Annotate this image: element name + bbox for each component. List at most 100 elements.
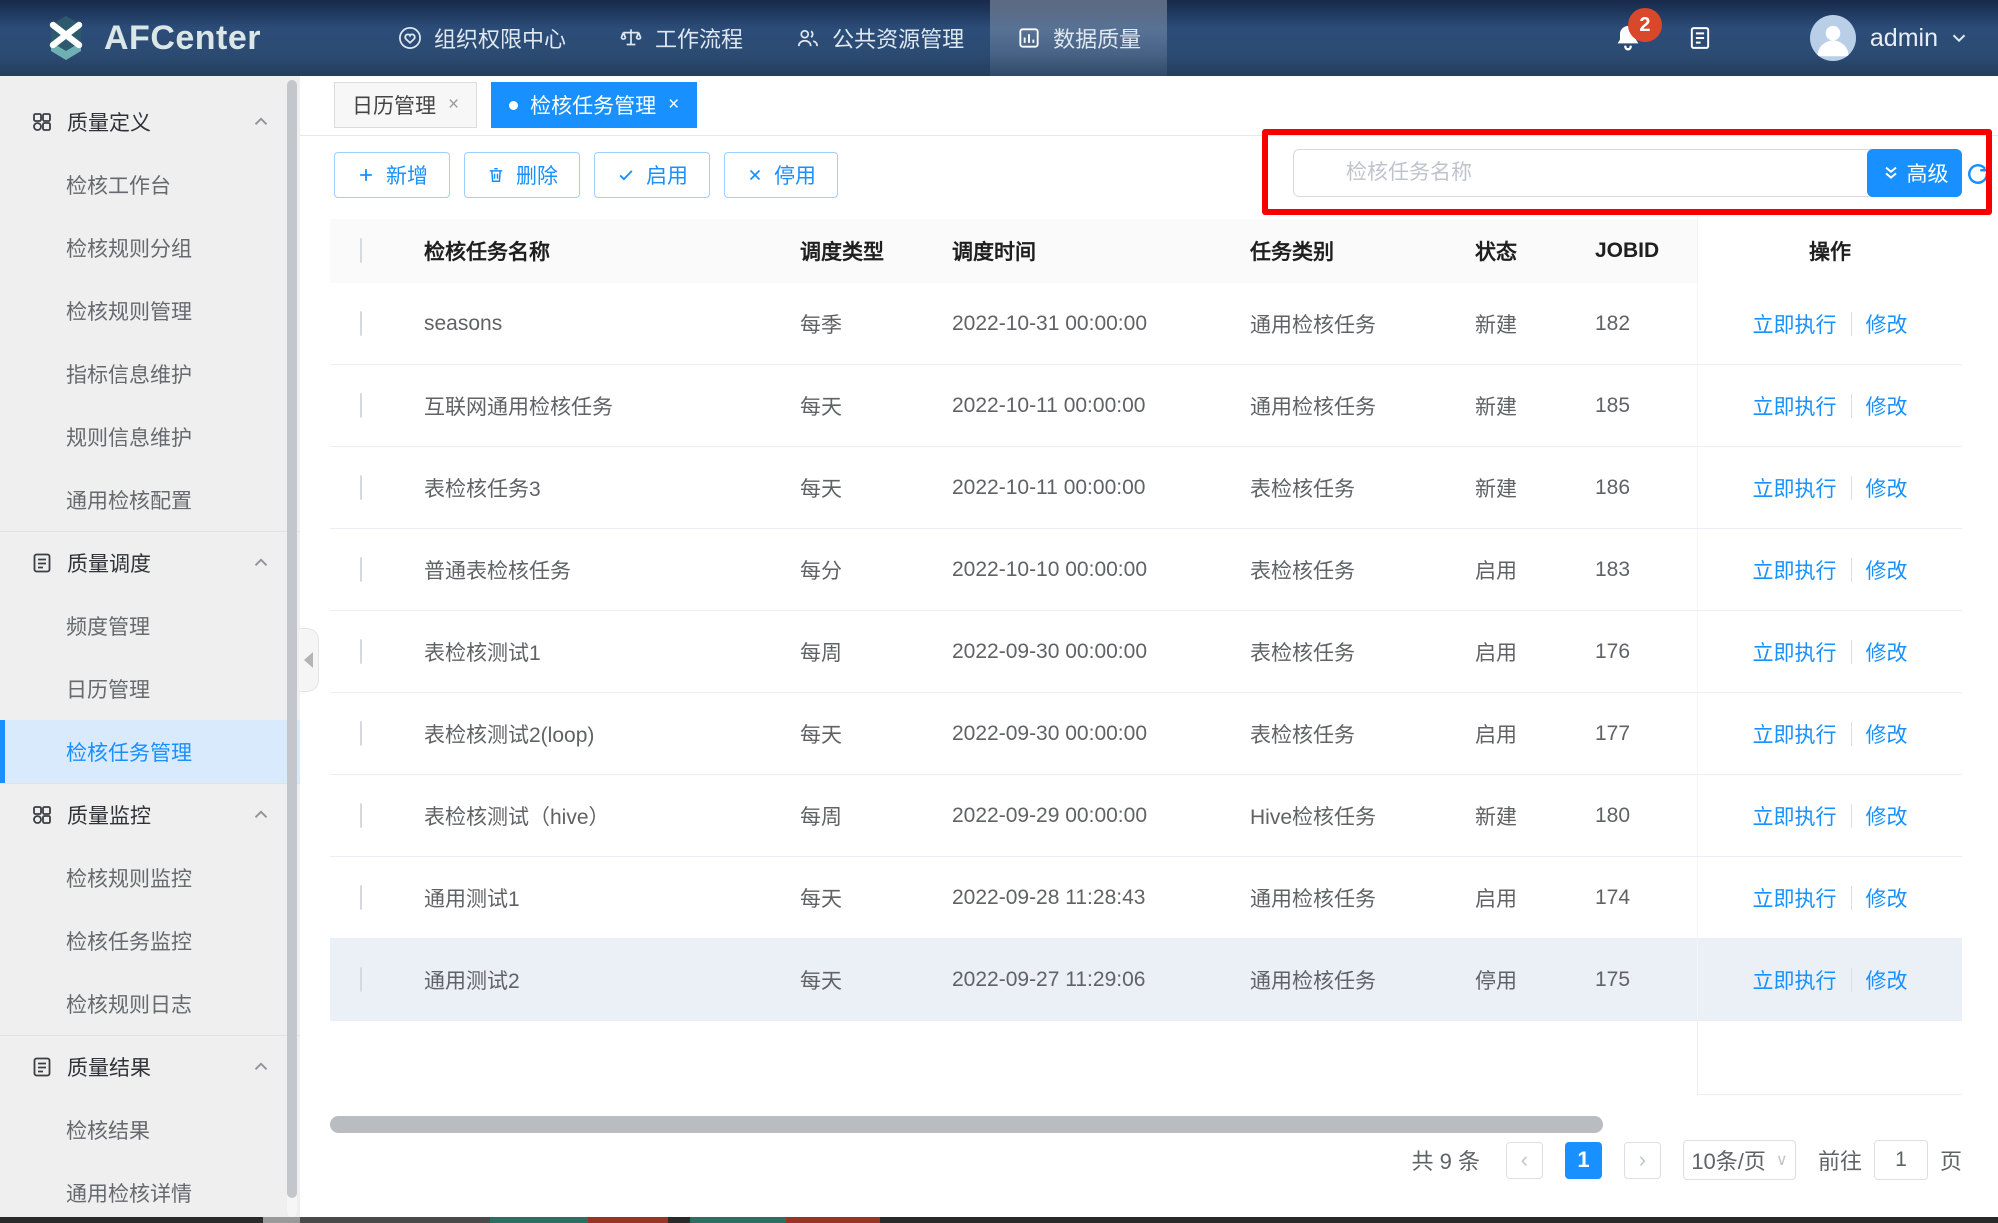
row-checkbox[interactable] — [360, 803, 362, 828]
select-all-checkbox[interactable] — [360, 238, 362, 263]
cell-name: 表检核任务3 — [424, 473, 800, 503]
check-button[interactable]: 启用 — [594, 152, 710, 198]
nav-item-scale[interactable]: 工作流程 — [592, 0, 769, 76]
modify-link[interactable]: 修改 — [1866, 965, 1908, 995]
row-checkbox[interactable] — [360, 639, 362, 664]
notification-bell[interactable]: 2 — [1612, 22, 1644, 54]
cell-jobid: 186 — [1595, 476, 1697, 500]
cell-status: 启用 — [1475, 555, 1595, 585]
column-header: 操作 — [1697, 219, 1962, 283]
cell-schedule_time: 2022-09-27 11:29:06 — [952, 968, 1250, 992]
cell-schedule_time: 2022-10-31 00:00:00 — [952, 312, 1250, 336]
sidebar-item[interactable]: 检核任务监控 — [0, 909, 300, 972]
chevron-left-icon: ‹ — [1521, 1147, 1528, 1173]
prev-page-button[interactable]: ‹ — [1506, 1142, 1543, 1179]
modify-link[interactable]: 修改 — [1866, 309, 1908, 339]
execute-now-link[interactable]: 立即执行 — [1753, 473, 1837, 503]
tab-label: 日历管理 — [352, 90, 436, 120]
sidebar-item[interactable]: 通用检核配置 — [0, 468, 300, 531]
tab-close-icon[interactable]: × — [448, 94, 459, 116]
execute-now-link[interactable]: 立即执行 — [1753, 965, 1837, 995]
search-input[interactable] — [1293, 149, 1962, 197]
advanced-search-button[interactable]: 高级 — [1867, 149, 1962, 197]
sidebar-item[interactable]: 频度管理 — [0, 594, 300, 657]
row-checkbox[interactable] — [360, 557, 362, 582]
action-divider — [1851, 558, 1852, 582]
modify-link[interactable]: 修改 — [1866, 883, 1908, 913]
horizontal-scrollbar[interactable] — [330, 1116, 1603, 1133]
modify-link[interactable]: 修改 — [1866, 719, 1908, 749]
page-number-1[interactable]: 1 — [1565, 1142, 1602, 1179]
plus-button[interactable]: 新增 — [334, 152, 450, 198]
tab-close-icon[interactable]: × — [668, 94, 679, 116]
execute-now-link[interactable]: 立即执行 — [1753, 555, 1837, 585]
sidebar-item[interactable]: 日历管理 — [0, 657, 300, 720]
modify-link[interactable]: 修改 — [1866, 637, 1908, 667]
tab-active[interactable]: 检核任务管理× — [491, 82, 697, 128]
cell-status: 新建 — [1475, 473, 1595, 503]
sidebar-scrollbar-thumb[interactable] — [287, 80, 297, 1198]
page-size-select[interactable]: 10条/页 ∨ — [1683, 1140, 1796, 1180]
refresh-icon[interactable] — [1964, 160, 1992, 193]
column-header: 检核任务名称 — [424, 236, 800, 266]
row-checkbox[interactable] — [360, 967, 362, 992]
page-suffix: 页 — [1940, 1144, 1962, 1176]
tab-inactive[interactable]: 日历管理 × — [334, 82, 477, 128]
row-checkbox[interactable] — [360, 393, 362, 418]
sidebar-item[interactable]: 检核工作台 — [0, 153, 300, 216]
modify-link[interactable]: 修改 — [1866, 391, 1908, 421]
sidebar-section-header[interactable]: 质量调度 — [0, 531, 300, 594]
sidebar-item[interactable]: 检核结果 — [0, 1098, 300, 1161]
sidebar-scrollbar[interactable] — [287, 80, 297, 1217]
nav-item-heart[interactable]: 组织权限中心 — [371, 0, 592, 76]
document-icon[interactable] — [1686, 24, 1714, 52]
row-checkbox[interactable] — [360, 885, 362, 910]
nav-item-label: 组织权限中心 — [434, 22, 566, 54]
app-logo[interactable]: AFCenter — [42, 12, 261, 64]
row-checkbox[interactable] — [360, 311, 362, 336]
execute-now-link[interactable]: 立即执行 — [1753, 719, 1837, 749]
app-title: AFCenter — [104, 19, 261, 58]
row-checkbox-cell — [330, 558, 424, 582]
modify-link[interactable]: 修改 — [1866, 473, 1908, 503]
row-checkbox[interactable] — [360, 475, 362, 500]
sidebar-section-header[interactable]: 质量定义 — [0, 90, 300, 153]
modify-link[interactable]: 修改 — [1866, 801, 1908, 831]
sidebar-item[interactable]: 指标信息维护 — [0, 342, 300, 405]
cross-button[interactable]: 停用 — [724, 152, 838, 198]
nav-item-people[interactable]: 公共资源管理 — [769, 0, 990, 76]
sidebar-section-header[interactable]: 质量监控 — [0, 783, 300, 846]
chevron-left-icon — [304, 652, 313, 668]
goto-page-input[interactable] — [1874, 1140, 1928, 1180]
column-header: 状态 — [1475, 236, 1595, 266]
nav-item-chart[interactable]: 数据质量 — [990, 0, 1167, 76]
sidebar-item[interactable]: 规则信息维护 — [0, 405, 300, 468]
username[interactable]: admin — [1870, 24, 1938, 53]
chevron-down-icon[interactable] — [1948, 27, 1970, 49]
modify-link[interactable]: 修改 — [1866, 555, 1908, 585]
execute-now-link[interactable]: 立即执行 — [1753, 309, 1837, 339]
sidebar-collapse-handle[interactable] — [299, 628, 319, 692]
execute-now-link[interactable]: 立即执行 — [1753, 883, 1837, 913]
action-divider — [1851, 640, 1852, 664]
action-divider — [1851, 312, 1852, 336]
cell-schedule_type: 每天 — [800, 883, 952, 913]
sidebar-item[interactable]: 检核规则日志 — [0, 972, 300, 1035]
trash-button[interactable]: 删除 — [464, 152, 580, 198]
row-actions: 立即执行修改 — [1697, 939, 1962, 1020]
avatar[interactable] — [1810, 15, 1856, 61]
next-page-button[interactable]: › — [1624, 1142, 1661, 1179]
sidebar-item[interactable]: 检核规则监控 — [0, 846, 300, 909]
row-checkbox[interactable] — [360, 721, 362, 746]
sidebar-item[interactable]: 检核规则分组 — [0, 216, 300, 279]
execute-now-link[interactable]: 立即执行 — [1753, 801, 1837, 831]
sidebar-item[interactable]: 通用检核详情 — [0, 1161, 300, 1223]
sidebar-item[interactable]: 检核任务管理 — [0, 720, 300, 783]
grid-icon — [30, 803, 54, 827]
sidebar-section-header[interactable]: 质量结果 — [0, 1035, 300, 1098]
execute-now-link[interactable]: 立即执行 — [1753, 637, 1837, 667]
row-checkbox-cell — [330, 476, 424, 500]
execute-now-link[interactable]: 立即执行 — [1753, 391, 1837, 421]
cell-status: 启用 — [1475, 719, 1595, 749]
sidebar-item[interactable]: 检核规则管理 — [0, 279, 300, 342]
